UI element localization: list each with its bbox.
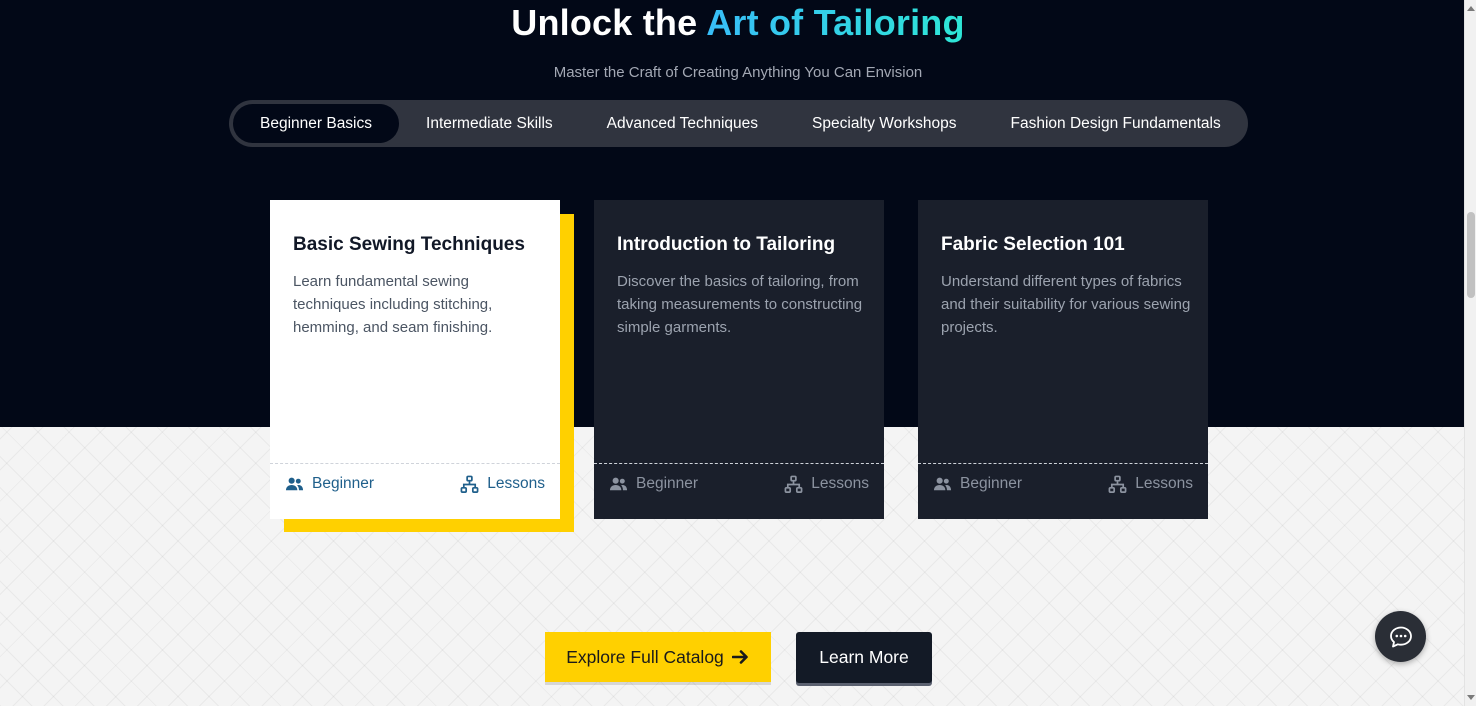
scroll-down-arrow-icon[interactable] (1465, 692, 1476, 704)
scrollbar-thumb[interactable] (1467, 212, 1475, 298)
card-footer: Beginner Lessons (933, 474, 1193, 494)
card-level-label: Beginner (312, 475, 375, 492)
title-prefix: Unlock the (511, 2, 707, 43)
card-description: Understand different types of fabrics an… (941, 273, 1191, 336)
chat-button[interactable] (1375, 611, 1426, 662)
card-title: Basic Sewing Techniques (293, 234, 525, 255)
category-tabs: Beginner Basics Intermediate Skills Adva… (229, 100, 1248, 147)
learn-more-button[interactable]: Learn More (796, 632, 932, 683)
sitemap-icon (460, 475, 479, 493)
explore-catalog-button[interactable]: Explore Full Catalog (545, 632, 771, 682)
card-level: Beginner (933, 475, 1022, 494)
users-icon (285, 477, 304, 490)
explore-catalog-label: Explore Full Catalog (566, 646, 724, 667)
card-lessons: Lessons (784, 475, 869, 494)
card-level-label: Beginner (960, 475, 1023, 492)
card-lessons: Lessons (1108, 475, 1193, 494)
tab-fashion-design-fundamentals[interactable]: Fashion Design Fundamentals (984, 104, 1248, 143)
sitemap-icon (784, 475, 803, 493)
course-card-basic-sewing[interactable]: Basic Sewing Techniques Learn fundamenta… (270, 200, 560, 519)
scroll-up-arrow-icon[interactable] (1465, 2, 1476, 14)
page-title: Unlock the Art of Tailoring (0, 2, 1476, 44)
card-footer: Beginner Lessons (609, 474, 869, 494)
card-footer: Beginner Lessons (285, 474, 545, 494)
tab-beginner-basics[interactable]: Beginner Basics (233, 104, 400, 143)
card-lessons-label: Lessons (487, 475, 545, 492)
card-lessons-label: Lessons (1135, 475, 1193, 492)
page-subtitle: Master the Craft of Creating Anything Yo… (553, 64, 923, 81)
card-divider (918, 463, 1208, 464)
tab-specialty-workshops[interactable]: Specialty Workshops (785, 104, 983, 143)
course-card-fabric-selection[interactable]: Fabric Selection 101 Understand differen… (918, 200, 1208, 519)
card-lessons: Lessons (460, 475, 545, 494)
tab-intermediate-skills[interactable]: Intermediate Skills (399, 104, 580, 143)
chat-bubble-icon (1389, 626, 1412, 647)
card-lessons-label: Lessons (811, 475, 869, 492)
users-icon (933, 477, 952, 490)
card-level-label: Beginner (636, 475, 699, 492)
card-level: Beginner (609, 475, 698, 494)
users-icon (609, 477, 628, 490)
card-divider (594, 463, 884, 464)
card-title: Fabric Selection 101 (941, 234, 1125, 255)
page-scrollbar[interactable] (1464, 0, 1476, 706)
sitemap-icon (1108, 475, 1127, 493)
card-title: Introduction to Tailoring (617, 234, 836, 255)
card-level: Beginner (285, 475, 374, 494)
course-card-intro-tailoring[interactable]: Introduction to Tailoring Discover the b… (594, 200, 884, 519)
card-description: Discover the basics of tailoring, from t… (617, 273, 863, 336)
tab-advanced-techniques[interactable]: Advanced Techniques (580, 104, 785, 143)
title-accent: Art of Tailoring (706, 2, 965, 43)
card-divider (270, 463, 560, 464)
arrow-right-icon (731, 650, 748, 664)
card-description: Learn fundamental sewing techniques incl… (293, 273, 493, 336)
